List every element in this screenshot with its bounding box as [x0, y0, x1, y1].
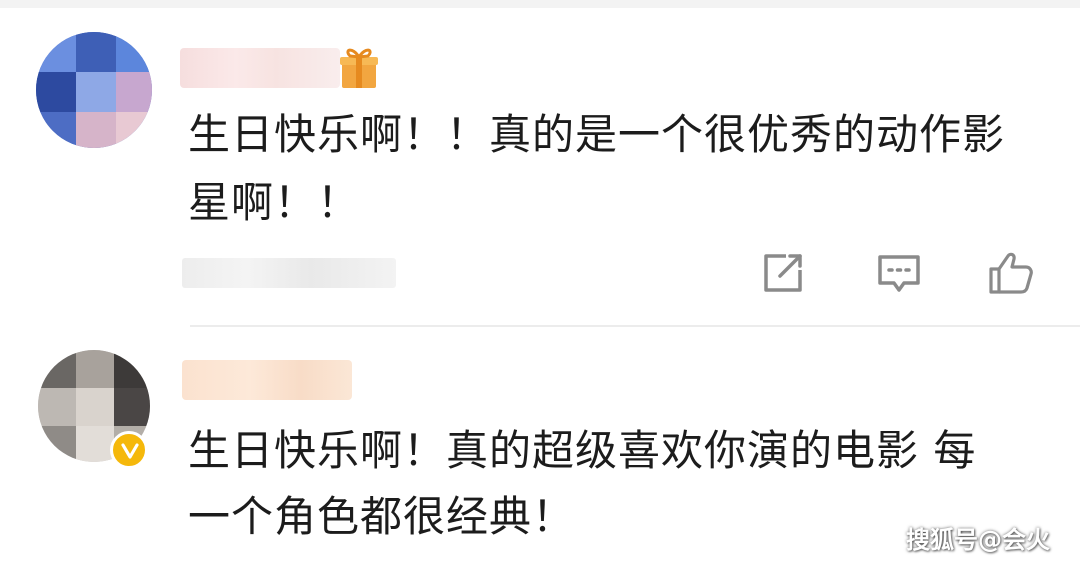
gift-icon	[340, 48, 378, 88]
username-blurred[interactable]	[180, 48, 340, 88]
comment-icon[interactable]	[876, 250, 922, 296]
avatar[interactable]	[36, 32, 152, 148]
comment-text-line: 星啊！！	[188, 178, 361, 227]
timestamp-blurred	[182, 258, 396, 288]
share-icon[interactable]	[760, 250, 806, 296]
thumbs-up-icon[interactable]	[988, 250, 1034, 296]
top-divider	[0, 0, 1080, 8]
username-blurred[interactable]	[182, 360, 352, 400]
comment-feed: 生日快乐啊！！真的是一个很优秀的动作影 星啊！！ 生日快乐啊！真的超级喜欢你演的…	[0, 0, 1080, 567]
verified-badge-icon	[110, 431, 148, 469]
watermark: 搜狐号@会火	[906, 526, 1050, 554]
comment-text-line: 生日快乐啊！！真的是一个很优秀的动作影	[188, 110, 1006, 159]
comment-text-line: 生日快乐啊！真的超级喜欢你演的电影 每	[188, 426, 977, 475]
comment-text-line: 一个角色都很经典！	[188, 492, 576, 541]
